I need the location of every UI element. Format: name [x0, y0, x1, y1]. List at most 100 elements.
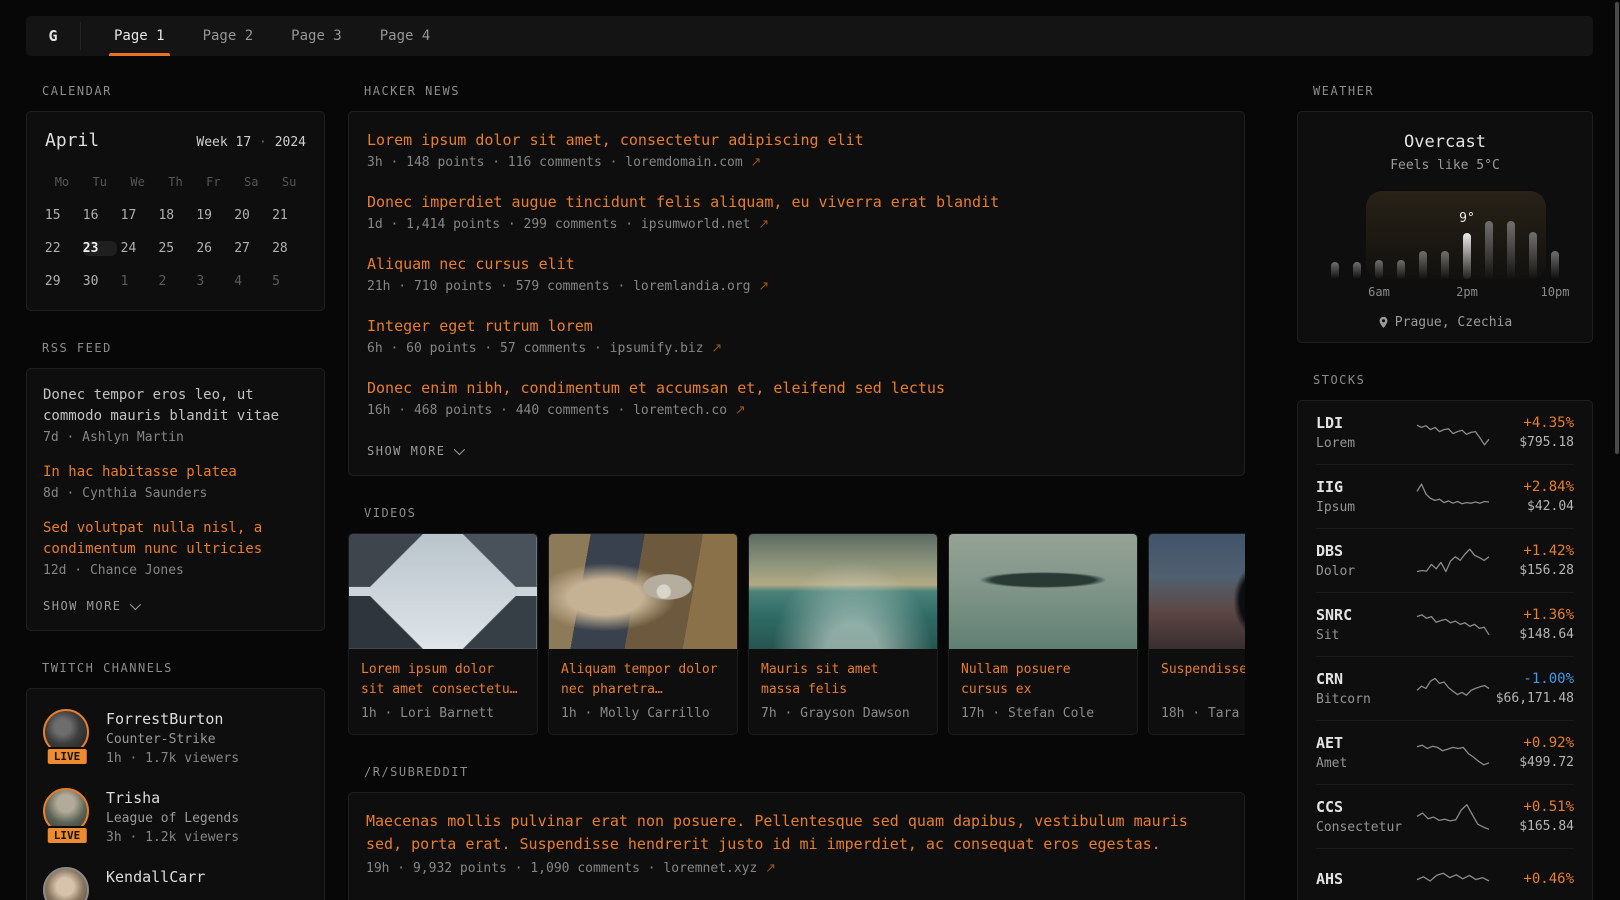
calendar-day[interactable]: 29	[45, 274, 79, 289]
stock-row[interactable]: SNRCSit+1.36%$148.64	[1316, 593, 1574, 657]
calendar-day[interactable]: 1	[121, 274, 155, 289]
video-meta: 17h · Stefan Cole	[961, 706, 1125, 721]
topbar: G Page 1Page 2Page 3Page 4	[26, 16, 1593, 56]
video-title[interactable]: Lorem ipsum dolor sit amet consectetu…	[361, 660, 525, 700]
calendar-day[interactable]: 30	[83, 274, 117, 289]
calendar-day-today[interactable]: 23	[83, 241, 117, 256]
video-thumbnail[interactable]	[549, 534, 737, 649]
stock-row[interactable]: LDILorem+4.35%$795.18	[1316, 401, 1574, 465]
video-thumbnail[interactable]	[349, 534, 537, 649]
weather-bar	[1529, 232, 1537, 279]
video-title[interactable]: Mauris sit amet massa felis	[761, 660, 925, 700]
stock-values: +0.92%$499.72	[1490, 735, 1574, 770]
calendar-day[interactable]: 19	[196, 208, 230, 223]
weather-axis-label: 10pm	[1541, 285, 1570, 299]
calendar-day[interactable]: 18	[158, 208, 192, 223]
hackernews-item-title[interactable]: Lorem ipsum dolor sit amet, consectetur …	[367, 130, 1226, 150]
calendar-day[interactable]: 20	[234, 208, 268, 223]
calendar-day[interactable]: 28	[272, 241, 306, 256]
calendar-day[interactable]: 3	[196, 274, 230, 289]
video-card[interactable]: Nullam posuere cursus ex 17h · Stefan Col…	[948, 533, 1138, 735]
calendar-day[interactable]: 25	[158, 241, 192, 256]
calendar-day[interactable]: 21	[272, 208, 306, 223]
video-thumbnail[interactable]	[949, 534, 1137, 649]
daylight-band	[1366, 191, 1546, 279]
app-logo[interactable]: G	[26, 16, 80, 56]
rss-item-title[interactable]: In hac habitasse platea	[43, 462, 308, 483]
tab-page-3[interactable]: Page 3	[272, 16, 361, 56]
calendar-day-cell: 17	[119, 202, 157, 228]
subreddit-widget: /R/SUBREDDIT Maecenas mollis pulvinar er…	[348, 765, 1245, 900]
hackernews-item-title[interactable]: Donec enim nibh, condimentum et accumsan…	[367, 378, 1226, 398]
external-link-icon[interactable]: ↗	[711, 341, 722, 356]
calendar-day[interactable]: 26	[196, 241, 230, 256]
calendar-day[interactable]: 16	[83, 208, 117, 223]
stock-price: $165.84	[1490, 819, 1574, 834]
stock-sparkline	[1416, 737, 1490, 769]
video-card[interactable]: Mauris sit amet massa felis 7h · Grayson …	[748, 533, 938, 735]
video-meta: 7h · Grayson Dawson	[761, 706, 925, 721]
stock-row[interactable]: CRNBitcorn-1.00%$66,171.48	[1316, 657, 1574, 721]
video-title[interactable]: Aliquam tempor dolor nec pharetra…	[561, 660, 725, 700]
avatar	[43, 867, 89, 900]
stock-name: Bitcorn	[1316, 692, 1416, 707]
subreddit-post-title[interactable]: Maecenas mollis pulvinar erat non posuer…	[366, 810, 1227, 856]
section-title-stocks: STOCKS	[1313, 373, 1593, 387]
weather-location-row: Prague, Czechia	[1314, 315, 1576, 330]
rss-item-title[interactable]: Donec tempor eros leo, ut commodo mauris…	[43, 385, 308, 427]
stock-row[interactable]: DBSDolor+1.42%$156.28	[1316, 529, 1574, 593]
calendar-day[interactable]: 2	[158, 274, 192, 289]
section-title-calendar: CALENDAR	[42, 84, 325, 98]
twitch-channel-info: KendallCarr	[106, 867, 205, 900]
tab-page-1[interactable]: Page 1	[95, 16, 184, 56]
calendar-day-cell: 29	[43, 268, 81, 294]
calendar-day-cell: 25	[157, 235, 195, 261]
calendar-day[interactable]: 24	[121, 241, 155, 256]
external-link-icon[interactable]: ↗	[765, 861, 776, 876]
tab-page-2[interactable]: Page 2	[184, 16, 273, 56]
stock-info: LDILorem	[1316, 414, 1416, 451]
rss-show-more-button[interactable]: SHOW MORE	[43, 599, 138, 613]
calendar-day-cell: 18	[157, 202, 195, 228]
video-card[interactable]: Suspendisse diam18h · Tara	[1148, 533, 1245, 735]
stock-change: +0.92%	[1490, 735, 1574, 751]
weather-bar	[1375, 260, 1383, 279]
rss-item-title[interactable]: Sed volutpat nulla nisl, a condimentum n…	[43, 518, 308, 560]
calendar-day[interactable]: 4	[234, 274, 268, 289]
hackernews-item-title[interactable]: Aliquam nec cursus elit	[367, 254, 1226, 274]
calendar-day[interactable]: 5	[272, 274, 306, 289]
stock-row[interactable]: AHS+0.46%	[1316, 849, 1574, 900]
stock-sparkline	[1416, 673, 1490, 705]
twitch-channel-category: League of Legends	[106, 811, 239, 826]
tab-page-4[interactable]: Page 4	[361, 16, 450, 56]
external-link-icon[interactable]: ↗	[751, 155, 762, 170]
hackernews-item-title[interactable]: Donec imperdiet augue tincidunt felis al…	[367, 192, 1226, 212]
calendar-weekday: Fr	[194, 169, 232, 195]
stock-row[interactable]: IIGIpsum+2.84%$42.04	[1316, 465, 1574, 529]
calendar-day[interactable]: 27	[234, 241, 268, 256]
stock-row[interactable]: CCSConsectetur+0.51%$165.84	[1316, 785, 1574, 849]
external-link-icon[interactable]: ↗	[758, 217, 769, 232]
calendar-day[interactable]: 15	[45, 208, 79, 223]
video-title[interactable]: Nullam posuere cursus ex	[961, 660, 1125, 700]
hackernews-show-more-button[interactable]: SHOW MORE	[367, 444, 462, 458]
stock-row[interactable]: AETAmet+0.92%$499.72	[1316, 721, 1574, 785]
video-card[interactable]: Aliquam tempor dolor nec pharetra…1h · M…	[548, 533, 738, 735]
video-thumbnail[interactable]	[749, 534, 937, 649]
calendar-weekday: Sa	[232, 169, 270, 195]
video-title[interactable]: Suspendisse diam	[1161, 660, 1245, 700]
video-card[interactable]: Lorem ipsum dolor sit amet consectetu…1h…	[348, 533, 538, 735]
weather-bar	[1331, 262, 1339, 279]
external-link-icon[interactable]: ↗	[735, 403, 746, 418]
video-card-body: Lorem ipsum dolor sit amet consectetu…1h…	[349, 649, 537, 734]
twitch-channel-row[interactable]: KendallCarr	[43, 867, 308, 900]
external-link-icon[interactable]: ↗	[758, 279, 769, 294]
calendar-day[interactable]: 22	[45, 241, 79, 256]
scrollbar[interactable]	[1615, 2, 1619, 454]
video-thumbnail[interactable]	[1149, 534, 1245, 649]
twitch-channel-row[interactable]: LIVEForrestBurtonCounter-Strike1h · 1.7k…	[43, 709, 308, 766]
stock-values: -1.00%$66,171.48	[1490, 671, 1574, 706]
hackernews-item-title[interactable]: Integer eget rutrum lorem	[367, 316, 1226, 336]
twitch-channel-row[interactable]: LIVETrishaLeague of Legends3h · 1.2k vie…	[43, 788, 308, 845]
calendar-day[interactable]: 17	[121, 208, 155, 223]
